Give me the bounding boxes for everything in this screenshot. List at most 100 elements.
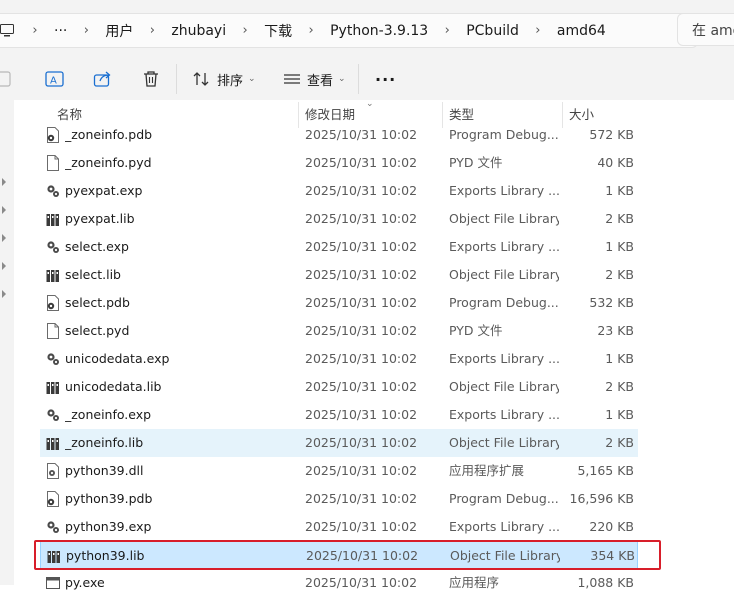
breadcrumb-item-users[interactable]: 用户 <box>99 21 139 41</box>
breadcrumb-item-python[interactable]: Python-3.9.13 <box>324 23 434 39</box>
file-size: 1 KB <box>605 351 634 366</box>
file-name: pyexpat.exp <box>65 183 143 198</box>
file-name: python39.dll <box>65 463 144 478</box>
this-pc-icon[interactable] <box>0 14 22 47</box>
more-options-button[interactable]: ··· <box>375 66 396 92</box>
chevron-right-icon: › <box>308 23 314 38</box>
file-name: unicodedata.lib <box>65 379 162 394</box>
file-row[interactable]: unicodedata.exp 2025/10/31 10:02 Exports L… <box>40 345 638 373</box>
breadcrumb-item-zhubayi[interactable]: zhubayi <box>165 23 232 39</box>
lib-file-icon <box>46 211 60 227</box>
pdb-file-icon <box>46 491 60 507</box>
file-name: _zoneinfo.pdb <box>65 127 153 142</box>
file-name: python39.exp <box>65 519 152 534</box>
file-size: 1 KB <box>605 407 634 422</box>
file-type: Object File Library <box>449 379 559 394</box>
file-name: pyexpat.lib <box>65 211 135 226</box>
annotation-highlight-box <box>34 540 661 570</box>
more-icon: ··· <box>375 69 397 89</box>
file-date: 2025/10/31 10:02 <box>305 183 418 198</box>
file-size: 2 KB <box>605 435 634 450</box>
trash-icon <box>144 71 158 87</box>
search-input[interactable]: 在 amd <box>677 13 734 46</box>
file-row[interactable]: python39.exp 2025/10/31 10:02 Exports Libr… <box>40 513 638 541</box>
file-size: 1,088 KB <box>577 575 634 590</box>
file-name: _zoneinfo.pyd <box>65 155 152 170</box>
file-row[interactable]: _zoneinfo.pyd 2025/10/31 10:02 PYD 文件 40 KB <box>40 149 638 177</box>
view-button[interactable]: 查看 ⌄ <box>283 66 346 92</box>
breadcrumb-item-downloads[interactable]: 下载 <box>258 21 298 41</box>
file-row[interactable]: select.pyd 2025/10/31 10:02 PYD 文件 23 KB <box>40 317 638 345</box>
file-size: 220 KB <box>589 519 634 534</box>
file-row[interactable]: select.exp 2025/10/31 10:02 Exports Librar… <box>40 233 638 261</box>
file-type: Exports Library ... <box>449 351 559 366</box>
file-date: 2025/10/31 10:02 <box>305 463 418 478</box>
file-row[interactable]: select.pdb 2025/10/31 10:02 Program Debug.… <box>40 289 638 317</box>
exp-file-icon <box>46 407 60 423</box>
file-type: Object File Library <box>449 267 559 282</box>
delete-button[interactable] <box>142 66 160 92</box>
file-type: Program Debug... <box>449 295 559 310</box>
file-row[interactable]: _zoneinfo.pdb 2025/10/31 10:02 Program Deb… <box>40 121 638 149</box>
sort-icon <box>193 72 209 86</box>
file-name: unicodedata.exp <box>65 351 170 366</box>
exp-file-icon <box>46 239 60 255</box>
chevron-right-icon: › <box>535 23 541 38</box>
file-size: 23 KB <box>597 323 634 338</box>
chevron-right-icon: › <box>444 23 450 38</box>
toolbar-divider <box>358 64 359 94</box>
file-file-icon <box>46 155 60 171</box>
file-date: 2025/10/31 10:02 <box>305 407 418 422</box>
file-row[interactable]: python39.pdb 2025/10/31 10:02 Program Debu… <box>40 485 638 513</box>
file-date: 2025/10/31 10:02 <box>305 267 418 282</box>
copy-icon <box>0 71 11 87</box>
file-date: 2025/10/31 10:02 <box>305 323 418 338</box>
file-size: 40 KB <box>597 155 634 170</box>
file-date: 2025/10/31 10:02 <box>305 239 418 254</box>
file-row[interactable]: py.exe 2025/10/31 10:02 应用程序 1,088 KB <box>40 569 638 597</box>
file-name: select.pdb <box>65 295 130 310</box>
file-row[interactable]: _zoneinfo.lib 2025/10/31 10:02 Object File… <box>40 429 638 457</box>
sort-button[interactable]: 排序 ⌄ <box>193 66 256 92</box>
chevron-right-icon: › <box>83 23 89 38</box>
navigation-pane-edge <box>0 100 14 585</box>
file-row[interactable]: unicodedata.lib 2025/10/31 10:02 Object Fi… <box>40 373 638 401</box>
file-type: PYD 文件 <box>449 155 503 170</box>
file-date: 2025/10/31 10:02 <box>305 351 418 366</box>
share-icon <box>93 71 111 87</box>
rename-icon: A <box>45 71 64 87</box>
breadcrumb-item-pcbuild[interactable]: PCbuild <box>460 23 525 39</box>
toolbar-divider <box>176 64 177 94</box>
file-name: py.exe <box>65 575 105 590</box>
file-row[interactable]: pyexpat.exp 2025/10/31 10:02 Exports Libra… <box>40 177 638 205</box>
file-name: select.exp <box>65 239 129 254</box>
file-type: PYD 文件 <box>449 323 503 338</box>
chevron-right-icon: › <box>242 23 248 38</box>
file-date: 2025/10/31 10:02 <box>305 379 418 394</box>
chevron-down-icon: ⌄ <box>248 74 256 84</box>
file-type: Exports Library ... <box>449 183 559 198</box>
chevron-down-icon: ⌄ <box>338 74 346 84</box>
file-size: 2 KB <box>605 379 634 394</box>
share-button[interactable] <box>93 66 113 92</box>
file-size: 2 KB <box>605 267 634 282</box>
file-size: 532 KB <box>589 295 634 310</box>
file-row[interactable]: _zoneinfo.exp 2025/10/31 10:02 Exports Lib… <box>40 401 638 429</box>
file-row[interactable]: python39.dll 2025/10/31 10:02 应用程序扩展 5,165 … <box>40 457 638 485</box>
file-row[interactable]: pyexpat.lib 2025/10/31 10:02 Object File L… <box>40 205 638 233</box>
file-date: 2025/10/31 10:02 <box>305 575 418 590</box>
rename-button[interactable]: A <box>45 66 65 92</box>
file-size: 5,165 KB <box>577 463 634 478</box>
exe-file-icon <box>46 575 60 591</box>
file-type: Program Debug... <box>449 127 559 142</box>
file-name: _zoneinfo.exp <box>65 407 152 422</box>
view-icon <box>284 74 300 84</box>
dll-file-icon <box>46 463 60 479</box>
copy-button[interactable] <box>0 66 14 92</box>
file-size: 572 KB <box>589 127 634 142</box>
file-date: 2025/10/31 10:02 <box>305 155 418 170</box>
breadcrumb-more-button[interactable]: ··· <box>48 23 73 39</box>
file-row[interactable]: select.lib 2025/10/31 10:02 Object File Li… <box>40 261 638 289</box>
breadcrumb-item-amd64[interactable]: amd64 <box>551 23 612 39</box>
breadcrumb: › ··· › 用户 › zhubayi › 下载 › Python-3.9.1… <box>0 13 698 48</box>
